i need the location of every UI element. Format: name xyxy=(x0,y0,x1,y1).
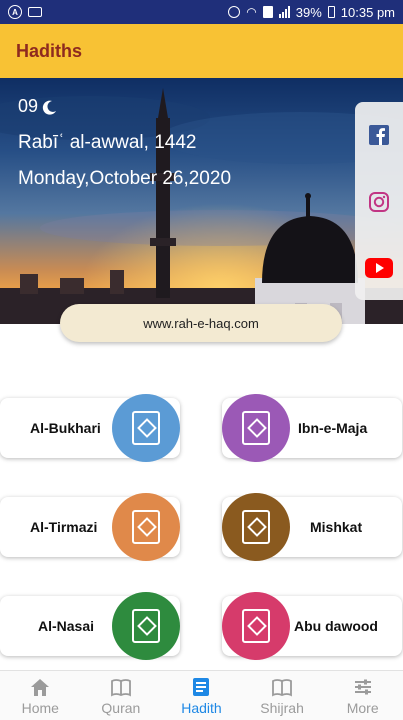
date-banner: 09 Rabīʿ al-awwal, 1442 Monday,October 2… xyxy=(0,78,403,324)
collection-label: Al-Tirmazi xyxy=(30,519,98,535)
book-icon[interactable] xyxy=(112,394,180,462)
app-header: Hadiths xyxy=(0,24,403,78)
facebook-icon[interactable] xyxy=(368,124,390,146)
nav-label: Quran xyxy=(101,699,141,716)
book-icon[interactable] xyxy=(112,493,180,561)
collection-label: Al-Bukhari xyxy=(30,420,101,436)
social-links-panel xyxy=(355,102,403,300)
nav-label: More xyxy=(346,699,379,716)
collection-label: Mishkat xyxy=(310,519,363,535)
collection-label: Abu dawood xyxy=(294,618,378,634)
nav-label: Hadith xyxy=(181,699,222,716)
book-icon xyxy=(110,678,131,696)
collection-label: Al-Nasai xyxy=(38,618,95,634)
book-icon xyxy=(272,678,292,696)
wifi-icon: ◠ xyxy=(246,5,257,19)
bottom-navigation: Home Quran Hadith Shijrah More xyxy=(0,670,403,720)
sliders-icon xyxy=(354,679,371,694)
hadith-icon xyxy=(193,677,210,696)
app-indicator-icon: A xyxy=(8,5,22,19)
status-bar: A ◠ 39% 10:35 pm xyxy=(0,0,403,24)
nav-hadith[interactable]: Hadith xyxy=(161,671,242,720)
nav-home[interactable]: Home xyxy=(0,671,81,720)
hijri-month-year: Rabīʿ al-awwal, 1442 xyxy=(18,132,197,153)
gregorian-date: Monday,October 26,2020 xyxy=(18,168,232,189)
mosque-skyline-image xyxy=(0,78,403,324)
battery-percent: 39% xyxy=(295,4,322,20)
hijri-day: 09 xyxy=(18,96,58,117)
home-icon xyxy=(31,678,50,696)
book-icon[interactable] xyxy=(222,394,290,462)
nav-more[interactable]: More xyxy=(322,671,403,720)
nav-shijrah[interactable]: Shijrah xyxy=(242,671,323,720)
alarm-icon xyxy=(228,6,241,18)
nav-quran[interactable]: Quran xyxy=(81,671,162,720)
book-icon[interactable] xyxy=(222,592,290,660)
collection-label: Ibn-e-Maja xyxy=(298,420,368,436)
sim-icon xyxy=(262,6,273,18)
nav-label: Home xyxy=(21,699,59,716)
app-screen: A ◠ 39% 10:35 pm Hadiths 09 Rabīʿ al-aww… xyxy=(0,0,403,720)
book-icon[interactable] xyxy=(222,493,290,561)
nav-label: Shijrah xyxy=(260,699,304,716)
crescent-moon-icon xyxy=(42,100,57,115)
screen-cast-icon xyxy=(28,7,42,17)
youtube-icon[interactable] xyxy=(365,257,393,278)
instagram-icon[interactable] xyxy=(368,191,390,213)
hijri-day-number: 09 xyxy=(18,96,39,116)
battery-icon xyxy=(327,6,335,18)
page-title: Hadiths xyxy=(16,40,83,61)
book-icon[interactable] xyxy=(112,592,180,660)
signal-icon xyxy=(278,6,290,18)
website-link[interactable]: www.rah-e-haq.com xyxy=(60,304,342,342)
clock-time: 10:35 pm xyxy=(340,4,395,20)
